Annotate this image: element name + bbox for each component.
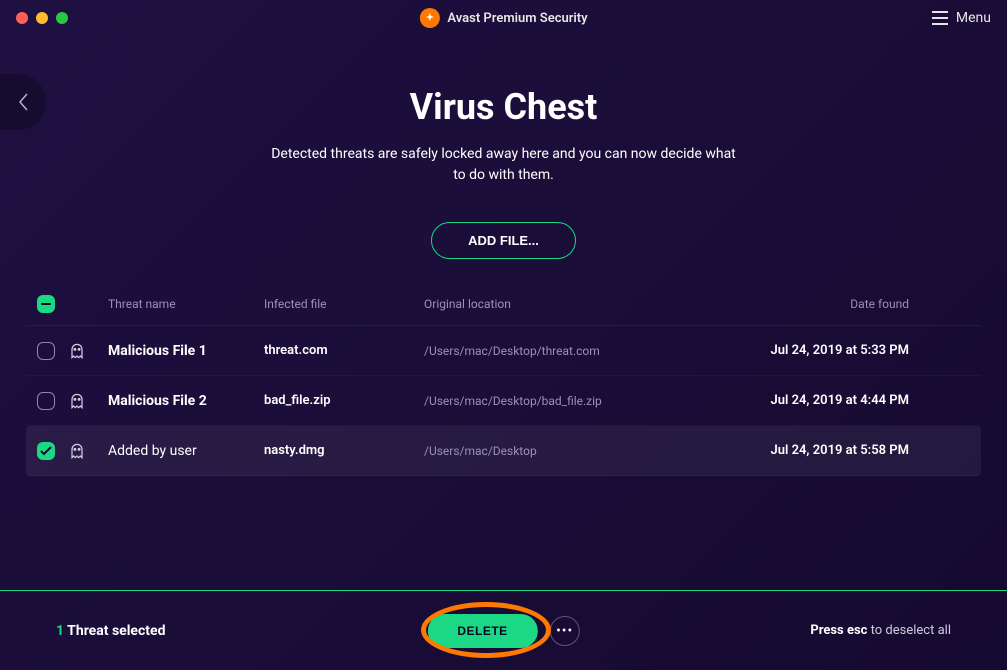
- row-checkbox[interactable]: [37, 342, 55, 360]
- action-footer: 1 Threat selected DELETE ••• Press esc t…: [0, 590, 1007, 670]
- deselect-suffix: to deselect all: [867, 623, 951, 638]
- fullscreen-window-button[interactable]: [56, 12, 68, 24]
- ghost-icon: [66, 440, 88, 462]
- infected-file: threat.com: [264, 343, 424, 358]
- selected-label: Threat selected: [67, 623, 165, 639]
- select-all-checkbox[interactable]: [37, 295, 55, 313]
- minimize-window-button[interactable]: [36, 12, 48, 24]
- titlebar: Avast Premium Security Menu: [0, 0, 1007, 36]
- more-actions-button[interactable]: •••: [550, 616, 580, 646]
- threat-name: Added by user: [106, 443, 264, 459]
- original-location: /Users/mac/Desktop/bad_file.zip: [424, 394, 714, 408]
- table-row[interactable]: Malicious File 1threat.com/Users/mac/Des…: [26, 326, 981, 376]
- infected-file: nasty.dmg: [264, 443, 424, 458]
- infected-file: bad_file.zip: [264, 393, 424, 408]
- delete-button[interactable]: DELETE: [427, 614, 537, 648]
- column-header-date-found: Date found: [714, 297, 981, 311]
- row-checkbox[interactable]: [37, 442, 55, 460]
- ghost-icon: [66, 390, 88, 412]
- chevron-left-icon: [17, 92, 29, 112]
- original-location: /Users/mac/Desktop: [424, 444, 714, 458]
- threat-name: Malicious File 1: [106, 343, 264, 359]
- date-found: Jul 24, 2019 at 5:58 PM: [714, 443, 981, 458]
- deselect-hint: Press esc to deselect all: [810, 623, 951, 638]
- menu-button[interactable]: Menu: [932, 10, 991, 26]
- page-title: Virus Chest: [0, 86, 1007, 128]
- table-header: Threat name Infected file Original locat…: [26, 295, 981, 326]
- deselect-key: Press esc: [810, 623, 867, 638]
- selected-count: 1: [56, 623, 64, 639]
- table-row[interactable]: Added by usernasty.dmg/Users/mac/Desktop…: [26, 426, 981, 476]
- hamburger-icon: [932, 11, 948, 25]
- original-location: /Users/mac/Desktop/threat.com: [424, 344, 714, 358]
- app-title: Avast Premium Security: [419, 8, 587, 28]
- threats-table: Threat name Infected file Original locat…: [0, 295, 1007, 476]
- selection-status: 1 Threat selected: [56, 623, 165, 639]
- column-header-original-location: Original location: [424, 297, 714, 311]
- ellipsis-icon: •••: [556, 623, 573, 639]
- table-row[interactable]: Malicious File 2bad_file.zip/Users/mac/D…: [26, 376, 981, 426]
- column-header-infected-file: Infected file: [264, 297, 424, 311]
- app-title-text: Avast Premium Security: [447, 11, 587, 26]
- close-window-button[interactable]: [16, 12, 28, 24]
- main-content: Virus Chest Detected threats are safely …: [0, 36, 1007, 476]
- date-found: Jul 24, 2019 at 5:33 PM: [714, 343, 981, 358]
- avast-logo-icon: [419, 8, 439, 28]
- date-found: Jul 24, 2019 at 4:44 PM: [714, 393, 981, 408]
- window-controls: [16, 12, 68, 24]
- ghost-icon: [66, 340, 88, 362]
- column-header-threat-name: Threat name: [106, 297, 264, 311]
- row-checkbox[interactable]: [37, 392, 55, 410]
- page-subtitle: Detected threats are safely locked away …: [264, 144, 744, 186]
- add-file-button[interactable]: ADD FILE...: [431, 222, 576, 259]
- menu-label: Menu: [956, 10, 991, 26]
- threat-name: Malicious File 2: [106, 393, 264, 409]
